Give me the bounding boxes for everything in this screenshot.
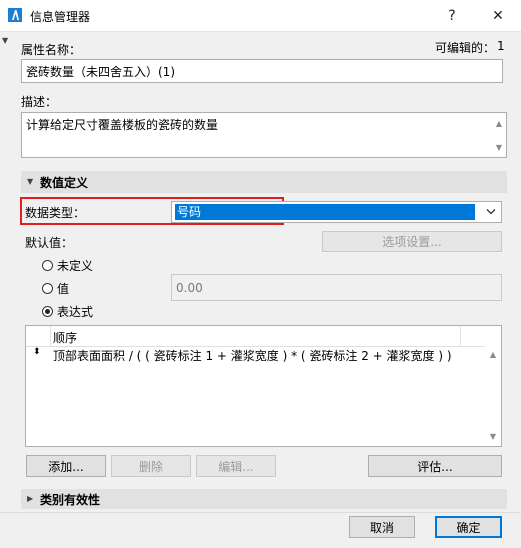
editable-label: 可编辑的： xyxy=(435,41,496,55)
ok-button[interactable]: 确定 xyxy=(435,516,502,538)
data-type-label: 数据类型： xyxy=(25,206,86,220)
add-button[interactable]: 添加... xyxy=(26,455,106,477)
data-type-select[interactable]: 号码 xyxy=(171,201,502,223)
description-textarea[interactable]: 计算给定尺寸覆盖楼板的瓷砖的数量 ▲ ▼ xyxy=(21,112,507,158)
radio-undefined[interactable] xyxy=(42,260,53,271)
scroll-up-icon[interactable]: ▲ xyxy=(490,350,496,359)
expand-arrow-icon[interactable]: ▼ xyxy=(2,36,8,45)
scroll-down-icon[interactable]: ▼ xyxy=(490,432,496,441)
table-row[interactable]: ⬍ 顶部表面面积 / ( ( 瓷砖标注 1 + 灌浆宽度 ) * ( 瓷砖标注 … xyxy=(26,346,485,364)
table-header-row: 顺序 xyxy=(26,326,485,347)
data-type-selected: 号码 xyxy=(175,204,475,220)
value-definition-title: 数值定义 xyxy=(40,176,89,190)
edit-button[interactable]: 编辑... xyxy=(196,455,276,477)
expression-cell: 顶部表面面积 / ( ( 瓷砖标注 1 + 灌浆宽度 ) * ( 瓷砖标注 2 … xyxy=(53,349,452,363)
close-icon: ✕ xyxy=(492,7,504,24)
window-title: 信息管理器 xyxy=(30,10,91,24)
value-input[interactable]: 0.00 xyxy=(171,274,502,301)
app-logo-icon xyxy=(8,8,22,22)
default-value-label: 默认值： xyxy=(25,236,74,250)
expand-arrow-icon: ▶ xyxy=(27,494,34,503)
description-label: 描述： xyxy=(21,95,58,109)
radio-undefined-label: 未定义 xyxy=(57,259,94,273)
footer-divider xyxy=(0,512,521,513)
cancel-button[interactable]: 取消 xyxy=(349,516,415,538)
title-bar: 信息管理器 ? ✕ xyxy=(0,0,521,32)
scroll-down-icon[interactable]: ▼ xyxy=(496,143,502,152)
value-definition-header[interactable]: ▼ 数值定义 xyxy=(21,171,507,193)
reorder-handle-icon[interactable]: ⬍ xyxy=(33,347,41,357)
collapse-arrow-icon: ▼ xyxy=(27,177,34,186)
scroll-up-icon[interactable]: ▲ xyxy=(496,119,502,128)
editable-count: 1 xyxy=(497,39,505,53)
radio-expression-label: 表达式 xyxy=(57,305,94,319)
radio-expression[interactable] xyxy=(42,306,53,317)
radio-value-label: 值 xyxy=(57,282,70,296)
category-validity-header[interactable]: ▶ 类别有效性 xyxy=(21,489,507,509)
help-button[interactable]: ? xyxy=(430,0,474,31)
delete-button[interactable]: 删除 xyxy=(111,455,191,477)
radio-value[interactable] xyxy=(42,283,53,294)
category-validity-title: 类别有效性 xyxy=(40,493,101,507)
options-settings-button[interactable]: 选项设置... xyxy=(322,231,502,252)
property-name-input[interactable]: 瓷砖数量（未四舍五入）(1) xyxy=(21,59,503,83)
close-button[interactable]: ✕ xyxy=(476,0,520,31)
evaluate-button[interactable]: 评估... xyxy=(368,455,502,477)
property-name-label: 属性名称： xyxy=(21,43,82,57)
expression-table: 顺序 ⬍ 顶部表面面积 / ( ( 瓷砖标注 1 + 灌浆宽度 ) * ( 瓷砖… xyxy=(25,325,502,447)
column-header-order: 顺序 xyxy=(53,331,78,345)
chevron-down-icon xyxy=(486,209,496,215)
